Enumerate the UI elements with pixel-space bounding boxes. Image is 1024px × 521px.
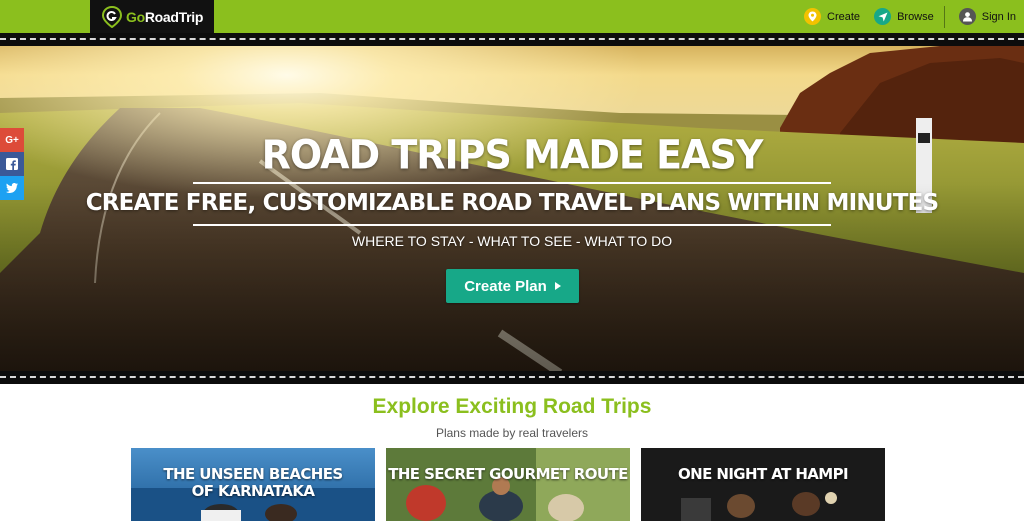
hero-subtitle: CREATE FREE, CUSTOMIZABLE ROAD TRAVEL PL…	[85, 190, 939, 216]
create-plan-button[interactable]: Create Plan	[446, 269, 579, 303]
logo-text: GoRoadTrip	[126, 8, 204, 25]
social-share-bar: G+	[0, 128, 24, 200]
hero-rule-bottom	[193, 224, 831, 226]
nav-browse[interactable]: Browse	[874, 8, 934, 25]
hero-rule-top	[193, 182, 831, 184]
google-plus-icon[interactable]: G+	[0, 128, 24, 152]
twitter-icon[interactable]	[0, 176, 24, 200]
hero-content: ROAD TRIPS MADE EASY CREATE FREE, CUSTOM…	[0, 33, 1024, 384]
nav-create-label: Create	[827, 10, 861, 23]
main-nav: Create Browse Sign In	[790, 0, 1016, 33]
facebook-icon[interactable]	[0, 152, 24, 176]
nav-divider	[943, 5, 945, 28]
trip-card-beaches[interactable]: THE UNSEEN BEACHES OF KARNATAKA	[131, 448, 375, 521]
explore-subtitle: Plans made by real travelers	[435, 426, 589, 440]
trip-card-hampi[interactable]: ONE NIGHT AT HAMPI	[641, 448, 885, 521]
trip-card-hampi-title: ONE NIGHT AT HAMPI	[678, 465, 849, 483]
nav-browse-label: Browse	[897, 10, 934, 23]
trip-card-gourmet-title: THE SECRET GOURMET ROUTE	[388, 465, 628, 483]
hero-tagline: WHERE TO STAY - WHAT TO SEE - WHAT TO DO	[351, 233, 673, 249]
hero-banner: ROAD TRIPS MADE EASY CREATE FREE, CUSTOM…	[0, 33, 1024, 384]
top-navigation-bar: GoRoadTrip Create Browse Sign In	[0, 0, 1024, 33]
hero-bottom-border	[0, 371, 1024, 384]
trip-card-gourmet[interactable]: THE SECRET GOURMET ROUTE	[386, 448, 630, 521]
create-plan-label: Create Plan	[464, 277, 547, 295]
trip-card-hampi-image	[641, 448, 885, 521]
nav-sign-in-label: Sign In	[981, 10, 1016, 23]
hero-top-border	[0, 33, 1024, 46]
map-pin-icon	[804, 8, 822, 25]
explore-title: Explore Exciting Road Trips	[372, 395, 652, 418]
logo[interactable]: GoRoadTrip	[90, 0, 214, 33]
play-arrow-icon	[554, 282, 561, 290]
trip-card-gourmet-image	[386, 448, 630, 521]
nav-sign-in[interactable]: Sign In	[958, 8, 1016, 25]
trip-card-beaches-title: THE UNSEEN BEACHES OF KARNATAKA	[163, 465, 343, 500]
logo-pin-icon	[101, 5, 123, 28]
hero-title: ROAD TRIPS MADE EASY	[261, 131, 764, 179]
nav-create[interactable]: Create	[804, 8, 860, 25]
user-icon	[958, 8, 976, 25]
navigate-icon	[874, 8, 892, 25]
